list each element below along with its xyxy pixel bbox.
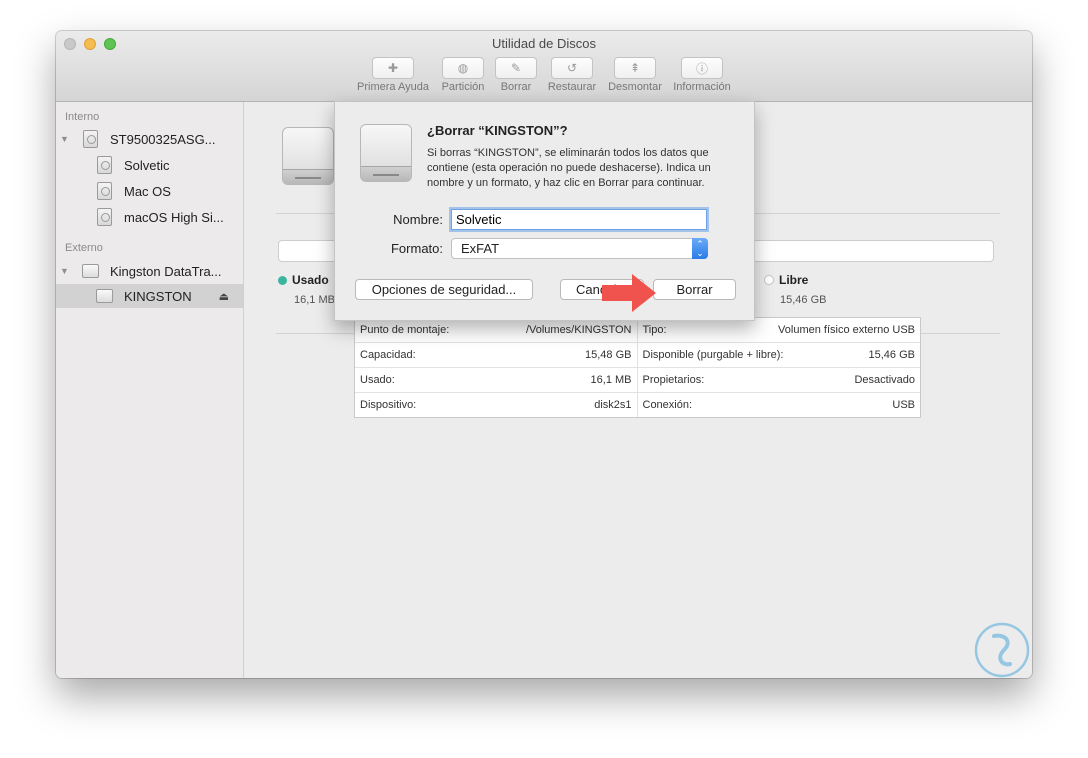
security-options-button[interactable]: Opciones de seguridad... bbox=[355, 279, 533, 300]
volume-icon bbox=[97, 156, 112, 174]
legend-free: Libre 15,46 GB bbox=[764, 273, 826, 306]
info-cell: Punto de montaje: /Volumes/KINGSTON bbox=[355, 318, 638, 342]
disclosure-triangle-icon[interactable]: ▼ bbox=[60, 134, 69, 144]
format-select-value: ExFAT bbox=[461, 241, 500, 256]
info-value: disk2s1 bbox=[594, 399, 632, 411]
volume-icon bbox=[97, 182, 112, 200]
info-key: Dispositivo: bbox=[360, 399, 417, 411]
sidebar-item-solvetic[interactable]: Solvetic bbox=[56, 153, 243, 177]
usb-volume-icon bbox=[96, 289, 113, 303]
sidebar-item-macos-high-sierra[interactable]: macOS High Si... bbox=[56, 205, 243, 229]
info-cell: Conexión: USB bbox=[638, 393, 921, 417]
sidebar-header-internal: Interno bbox=[65, 111, 100, 123]
toolbar-label: Partición bbox=[441, 81, 485, 93]
info-key: Conexión: bbox=[642, 399, 693, 411]
sidebar-header-external: Externo bbox=[65, 242, 103, 254]
info-cell: Capacidad: 15,48 GB bbox=[355, 343, 638, 367]
free-color-dot bbox=[764, 275, 774, 285]
info-value: Volumen físico externo USB bbox=[778, 324, 915, 336]
info-key: Propietarios: bbox=[642, 374, 705, 386]
info-cell: Propietarios: Desactivado bbox=[638, 368, 921, 392]
erase-button[interactable]: Borrar bbox=[653, 279, 736, 300]
info-value: Desactivado bbox=[854, 374, 915, 386]
unmount-icon[interactable]: ⇞ bbox=[614, 57, 656, 79]
restore-icon[interactable]: ↺ bbox=[551, 57, 593, 79]
toolbar-label: Borrar bbox=[500, 81, 532, 93]
eject-icon[interactable]: ⏏ bbox=[219, 290, 229, 303]
usb-drive-icon bbox=[82, 264, 99, 278]
info-icon[interactable]: ⓘ bbox=[681, 57, 723, 79]
legend-used-label: Usado bbox=[292, 273, 329, 287]
sidebar-item-label: Solvetic bbox=[124, 157, 170, 173]
title-bar: Utilidad de Discos ✚ Primera Ayuda ◍ Par… bbox=[56, 31, 1032, 102]
table-row: Usado: 16,1 MB Propietarios: Desactivado bbox=[355, 368, 920, 393]
erase-dialog: ¿Borrar “KINGSTON”? Si borras “KINGSTON”… bbox=[334, 101, 755, 321]
info-value: USB bbox=[892, 399, 915, 411]
toolbar-label: Desmontar bbox=[608, 81, 662, 93]
info-cell: Usado: 16,1 MB bbox=[355, 368, 638, 392]
name-field[interactable] bbox=[451, 209, 707, 230]
toolbar-label: Primera Ayuda bbox=[357, 81, 429, 93]
info-cell: Dispositivo: disk2s1 bbox=[355, 393, 638, 417]
used-color-dot bbox=[278, 276, 287, 285]
toolbar-label: Información bbox=[673, 81, 731, 93]
sidebar-item-label: KINGSTON bbox=[124, 288, 192, 304]
info-value: 15,46 GB bbox=[868, 349, 915, 361]
dialog-disk-icon bbox=[360, 124, 412, 182]
table-row: Punto de montaje: /Volumes/KINGSTON Tipo:… bbox=[355, 318, 920, 343]
info-value: /Volumes/KINGSTON bbox=[525, 324, 632, 336]
select-arrows-icon[interactable]: ⌃ ⌄ bbox=[692, 238, 708, 259]
watermark-logo bbox=[974, 622, 1030, 678]
sidebar-item-kingston[interactable]: KINGSTON ⏏ bbox=[56, 284, 243, 308]
format-select[interactable]: ExFAT ⌃ ⌄ bbox=[451, 238, 708, 259]
sidebar: Interno ▼ ST9500325ASG... Solvetic Mac O… bbox=[56, 102, 244, 678]
first-aid-icon[interactable]: ✚ bbox=[372, 57, 414, 79]
dialog-message: Si borras “KINGSTON”, se eliminarán todo… bbox=[427, 147, 711, 189]
sidebar-item-label: macOS High Si... bbox=[124, 209, 224, 225]
info-key: Disponible (purgable + libre): bbox=[642, 349, 784, 361]
sidebar-item-label: Mac OS bbox=[124, 183, 171, 199]
info-cell: Tipo: Volumen físico externo USB bbox=[638, 318, 921, 342]
toolbar-label: Restaurar bbox=[547, 81, 597, 93]
toolbar-restore[interactable]: ↺ Restaurar bbox=[544, 57, 600, 93]
sidebar-item-mac-os[interactable]: Mac OS bbox=[56, 179, 243, 203]
info-value: 16,1 MB bbox=[590, 374, 632, 386]
toolbar-unmount[interactable]: ⇞ Desmontar bbox=[604, 57, 666, 93]
info-value: 15,48 GB bbox=[585, 349, 632, 361]
dialog-title: ¿Borrar “KINGSTON”? bbox=[427, 123, 568, 138]
sidebar-item-internal-disk[interactable]: ▼ ST9500325ASG... bbox=[56, 127, 243, 151]
legend-free-value: 15,46 GB bbox=[780, 294, 827, 306]
window-title: Utilidad de Discos bbox=[491, 36, 597, 51]
pointer-arrow-annotation bbox=[602, 274, 656, 312]
sidebar-item-label: Kingston DataTra... bbox=[110, 263, 222, 279]
table-row: Capacidad: 15,48 GB Disponible (purgable … bbox=[355, 343, 920, 368]
format-label: Formato: bbox=[390, 241, 443, 256]
toolbar-info[interactable]: ⓘ Información bbox=[669, 57, 735, 93]
volume-icon bbox=[97, 208, 112, 226]
info-key: Punto de montaje: bbox=[360, 324, 450, 336]
toolbar-partition[interactable]: ◍ Partición bbox=[435, 57, 491, 93]
info-table: Punto de montaje: /Volumes/KINGSTON Tipo:… bbox=[354, 317, 921, 418]
hard-disk-icon bbox=[83, 130, 98, 148]
toolbar-first-aid[interactable]: ✚ Primera Ayuda bbox=[355, 57, 431, 93]
table-row: Dispositivo: disk2s1 Conexión: USB bbox=[355, 393, 920, 417]
info-key: Usado: bbox=[360, 374, 395, 386]
sidebar-item-label: ST9500325ASG... bbox=[110, 131, 216, 147]
legend-used: Usado 16,1 MB bbox=[278, 273, 335, 306]
toolbar-erase[interactable]: ✎ Borrar bbox=[494, 57, 538, 93]
legend-used-value: 16,1 MB bbox=[294, 294, 335, 306]
volume-large-icon bbox=[282, 127, 334, 185]
sidebar-item-external-disk[interactable]: ▼ Kingston DataTra... bbox=[56, 259, 243, 283]
legend-free-label: Libre bbox=[779, 273, 809, 287]
disclosure-triangle-icon[interactable]: ▼ bbox=[60, 266, 69, 276]
erase-icon[interactable]: ✎ bbox=[495, 57, 537, 79]
partition-icon[interactable]: ◍ bbox=[442, 57, 484, 79]
name-label: Nombre: bbox=[393, 212, 443, 227]
info-cell: Disponible (purgable + libre): 15,46 GB bbox=[638, 343, 921, 367]
info-key: Capacidad: bbox=[360, 349, 416, 361]
info-key: Tipo: bbox=[642, 324, 667, 336]
